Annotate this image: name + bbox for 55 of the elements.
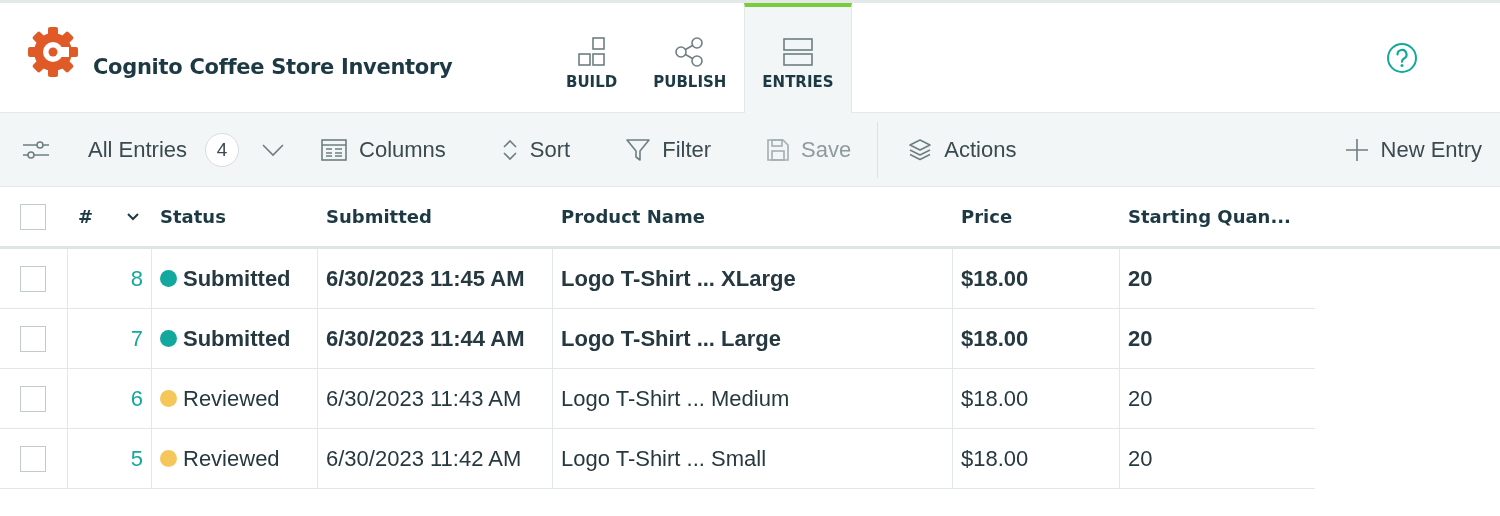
new-entry-button[interactable]: New Entry	[1344, 127, 1482, 172]
table-cell: 20	[1128, 325, 1153, 352]
column-header[interactable]: Status	[160, 206, 226, 227]
status-text: Submitted	[183, 325, 291, 352]
plus-icon	[1344, 137, 1369, 162]
row-checkbox[interactable]	[20, 325, 46, 352]
row-checkbox[interactable]	[20, 385, 46, 412]
table-cell: $18.00	[961, 385, 1029, 412]
sort-icon	[501, 137, 518, 162]
table-cell: 20	[1128, 265, 1153, 292]
blocks-icon	[575, 37, 608, 67]
toolbar-button[interactable]: Filter	[626, 127, 712, 172]
filter-icon	[626, 137, 651, 162]
count-badge: 4	[205, 132, 240, 167]
help-icon[interactable]	[1386, 41, 1418, 74]
table-cell: 6/30/2023 11:44 AM	[326, 325, 525, 352]
nav-tab[interactable]: ENTRIES	[744, 3, 852, 113]
table-cell: 20	[1128, 445, 1153, 472]
status-text: Reviewed	[183, 385, 280, 412]
table-cell: 6/30/2023 11:42 AM	[326, 445, 522, 472]
row-checkbox[interactable]	[20, 445, 46, 472]
row-checkbox[interactable]	[20, 265, 46, 292]
table-cell: $18.00	[961, 265, 1029, 292]
toolbar-button[interactable]: Columns	[321, 127, 446, 172]
select-all-checkbox[interactable]	[20, 203, 46, 230]
chevron-down-icon	[261, 142, 286, 157]
toolbar-button[interactable]: Sort	[501, 127, 571, 172]
save-icon	[767, 138, 790, 161]
sort-caret-icon[interactable]	[126, 211, 140, 222]
column-header[interactable]: Submitted	[326, 206, 432, 227]
status-text: Reviewed	[183, 445, 280, 472]
table-cell: $18.00	[961, 445, 1029, 472]
table-cell: Logo T-Shirt ... XLarge	[561, 265, 796, 292]
table-cell: $18.00	[961, 325, 1029, 352]
column-header[interactable]: Price	[961, 206, 1013, 227]
table-icon	[321, 138, 348, 161]
share-icon	[673, 37, 706, 67]
table-cell: 20	[1128, 385, 1153, 412]
column-header[interactable]: #	[78, 206, 94, 227]
rows-icon	[781, 37, 814, 67]
table-cell: Logo T-Shirt ... Small	[561, 445, 766, 472]
layers-icon	[908, 137, 933, 162]
column-header[interactable]: Starting Quan...	[1128, 206, 1291, 227]
status-text: Submitted	[183, 265, 291, 292]
table-cell: Logo T-Shirt ... Medium	[561, 385, 790, 412]
table-cell: Logo T-Shirt ... Large	[561, 325, 781, 352]
sliders-icon[interactable]	[22, 138, 50, 161]
form-title: Cognito Coffee Store Inventory	[93, 54, 453, 79]
nav-tab[interactable]: PUBLISH	[635, 3, 745, 113]
column-header[interactable]: Product Name	[561, 206, 705, 227]
table-cell: 6/30/2023 11:43 AM	[326, 385, 522, 412]
table-cell: 6/30/2023 11:45 AM	[326, 265, 525, 292]
nav-tab[interactable]: BUILD	[548, 3, 636, 113]
view-dropdown[interactable]: All Entries 4	[88, 127, 286, 172]
toolbar-button[interactable]: Actions	[908, 127, 1017, 172]
